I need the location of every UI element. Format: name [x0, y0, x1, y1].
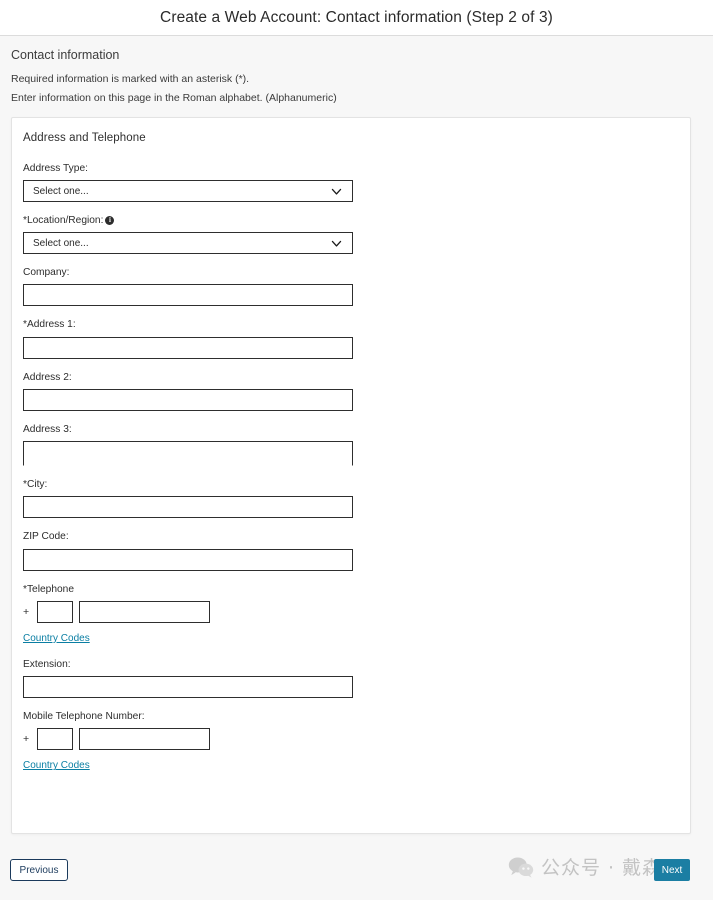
page-body: Contact information Required information… — [0, 36, 713, 834]
field-address-type: Address Type: Select one... — [23, 162, 690, 203]
field-address3: Address 3: — [23, 423, 690, 467]
country-codes-link[interactable]: Country Codes — [23, 760, 90, 771]
field-company: Company: — [23, 267, 690, 307]
page-title: Create a Web Account: Contact informatio… — [160, 8, 553, 26]
telephone-number-input[interactable] — [79, 600, 210, 623]
label-telephone: *Telephone — [23, 583, 74, 595]
company-input[interactable] — [23, 284, 353, 307]
extension-input[interactable] — [23, 676, 353, 699]
field-zip-code: ZIP Code: — [23, 531, 690, 571]
label-address1: *Address 1: — [23, 319, 76, 331]
label-city: *City: — [23, 479, 48, 491]
telephone-country-code-input[interactable] — [37, 600, 73, 623]
field-address2: Address 2: — [23, 372, 690, 411]
label-address-type: Address Type: — [23, 162, 88, 174]
mobile-telephone-number-input[interactable] — [79, 728, 210, 751]
previous-button[interactable]: Previous — [10, 859, 68, 881]
helper-text-required: Required information is marked with an a… — [11, 73, 250, 86]
address1-input[interactable] — [23, 336, 353, 359]
address3-input[interactable] — [23, 441, 353, 467]
label-extension: Extension: — [23, 658, 71, 670]
field-address1: *Address 1: — [23, 319, 690, 359]
telephone-country-codes-line: Country Codes — [23, 628, 690, 646]
label-zip-code: ZIP Code: — [23, 531, 69, 543]
telephone-row: + — [23, 600, 690, 623]
field-mobile-telephone: Mobile Telephone Number: + Country Codes — [23, 711, 690, 773]
field-telephone: *Telephone + Country Codes — [23, 584, 690, 646]
select-location-region[interactable]: Select one... — [23, 232, 353, 255]
mobile-telephone-plus-prefix: + — [23, 733, 30, 746]
country-codes-link[interactable]: Country Codes — [23, 633, 90, 644]
field-city: *City: — [23, 479, 690, 519]
helper-text-alphabet: Enter information on this page in the Ro… — [11, 91, 337, 104]
telephone-plus-prefix: + — [23, 605, 30, 618]
label-location-region-text: *Location/Region: — [23, 215, 104, 227]
address2-input[interactable] — [23, 388, 353, 411]
select-location-region-value[interactable]: Select one... — [23, 232, 353, 255]
address-telephone-card: Address and Telephone Address Type: Sele… — [11, 116, 691, 834]
label-location-region: *Location/Region: i — [23, 215, 690, 227]
info-icon[interactable]: i — [105, 216, 115, 226]
select-address-type[interactable]: Select one... — [23, 180, 353, 203]
mobile-telephone-country-code-input[interactable] — [37, 728, 73, 751]
helper-text-block: Required information is marked with an a… — [0, 63, 713, 106]
field-extension: Extension: — [23, 658, 690, 699]
label-mobile-telephone: Mobile Telephone Number: — [23, 711, 145, 723]
page-header: Create a Web Account: Contact informatio… — [0, 0, 713, 36]
zip-code-input[interactable] — [23, 548, 353, 571]
section-heading: Contact information — [11, 48, 120, 62]
card-title: Address and Telephone — [23, 131, 146, 144]
label-company: Company: — [23, 267, 70, 279]
select-address-type-value[interactable]: Select one... — [23, 180, 353, 203]
mobile-telephone-country-codes-line: Country Codes — [23, 755, 690, 773]
label-address3: Address 3: — [23, 423, 72, 435]
footer-bar: Previous — [0, 845, 713, 900]
label-address2: Address 2: — [23, 371, 72, 383]
next-button[interactable]: Next — [654, 859, 690, 881]
mobile-telephone-row: + — [23, 728, 690, 751]
field-location-region: *Location/Region: i Select one... — [23, 215, 690, 255]
city-input[interactable] — [23, 496, 353, 519]
